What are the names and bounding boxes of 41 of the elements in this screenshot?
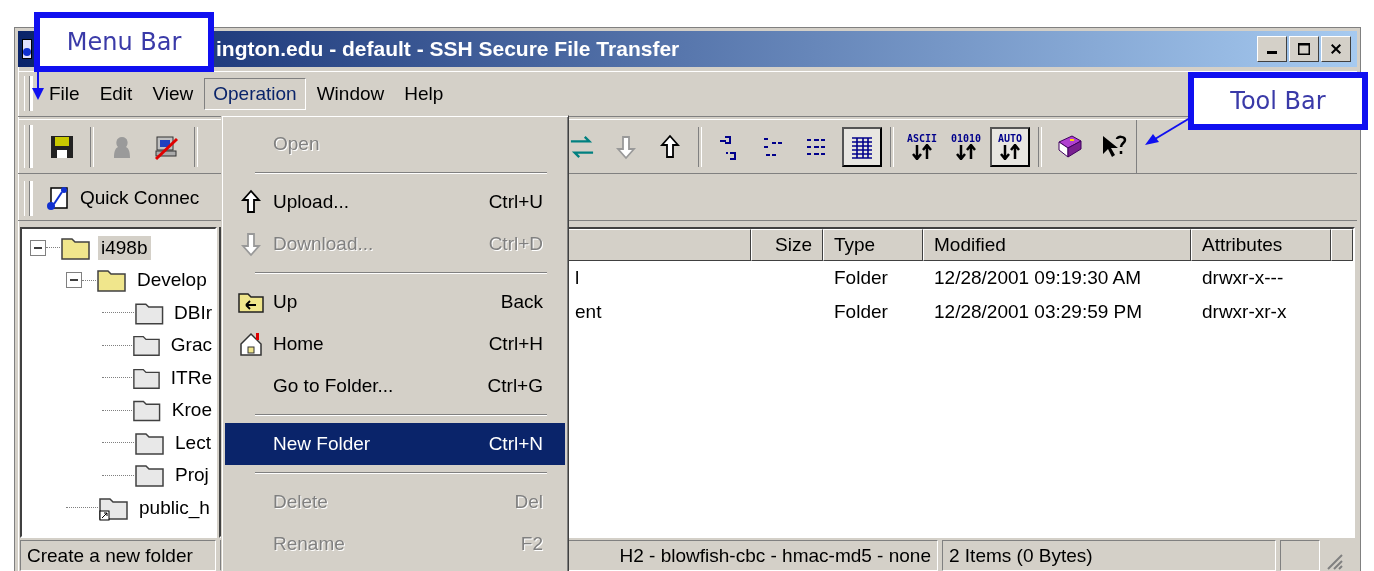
callout-label: Tool Bar [1188,72,1368,130]
file-name: l [575,267,580,289]
column-header[interactable]: Modified [923,229,1191,262]
menu-item[interactable]: Window [307,77,394,110]
table-cell-text: Folder [833,267,889,290]
status-summary: 2 Items (0 Bytes) [942,540,1276,571]
table-cell-text: drwxr-x--- [1201,267,1285,290]
column-header[interactable]: Attributes [1191,229,1331,262]
menu-option[interactable]: Upload... Ctrl+U [225,181,565,223]
table-cell-text: 12/28/2001 03:29:59 PM [933,301,1144,324]
tree-item[interactable]: Kroe [168,398,215,423]
menu-item[interactable]: Operation [204,77,306,110]
menu-item[interactable]: File [40,77,89,110]
tree-item[interactable]: public_h [136,495,213,520]
menu-option[interactable]: Home Ctrl+H [225,323,565,365]
menu-item[interactable]: View [143,77,203,110]
menu-option[interactable]: Up Back [225,281,565,323]
transfer-mode-button[interactable]: ASCII [902,126,942,167]
table-cell-text: drwxr-xr-x [1201,301,1288,324]
tree-item[interactable]: Grac [167,333,215,358]
column-header[interactable]: Type [823,229,923,262]
menu-item[interactable]: Help [395,77,453,110]
file-name: ent [575,301,602,323]
quick-connect-button[interactable]: Quick Connec [40,184,204,213]
menu-option[interactable]: New Folder Ctrl+N [225,423,565,465]
transfer-mode-button[interactable]: 01010 [946,126,986,167]
status-message: Create a new folder [20,540,216,571]
menu-option[interactable]: Go to Folder... Ctrl+G [225,365,565,407]
table-cell-text: 12/28/2001 09:19:30 AM [933,267,1143,290]
tree-item[interactable]: Proj [172,463,212,488]
tree-item[interactable]: ITRe [167,365,215,390]
menu-item[interactable]: Edit [90,77,142,110]
tree-item[interactable]: DBIr [171,300,215,325]
column-header[interactable]: Size [751,229,823,262]
tree-item[interactable]: Develop [134,268,210,293]
table-cell-text: Folder [833,301,889,324]
transfer-mode-button[interactable]: AUTO [990,126,1030,167]
tree-item[interactable]: Lect [172,430,214,455]
callout-label: Menu Bar [34,12,214,72]
tree-item[interactable]: i498b [98,235,151,260]
window-title: ington.edu - default - SSH Secure File Transfer [216,36,681,61]
